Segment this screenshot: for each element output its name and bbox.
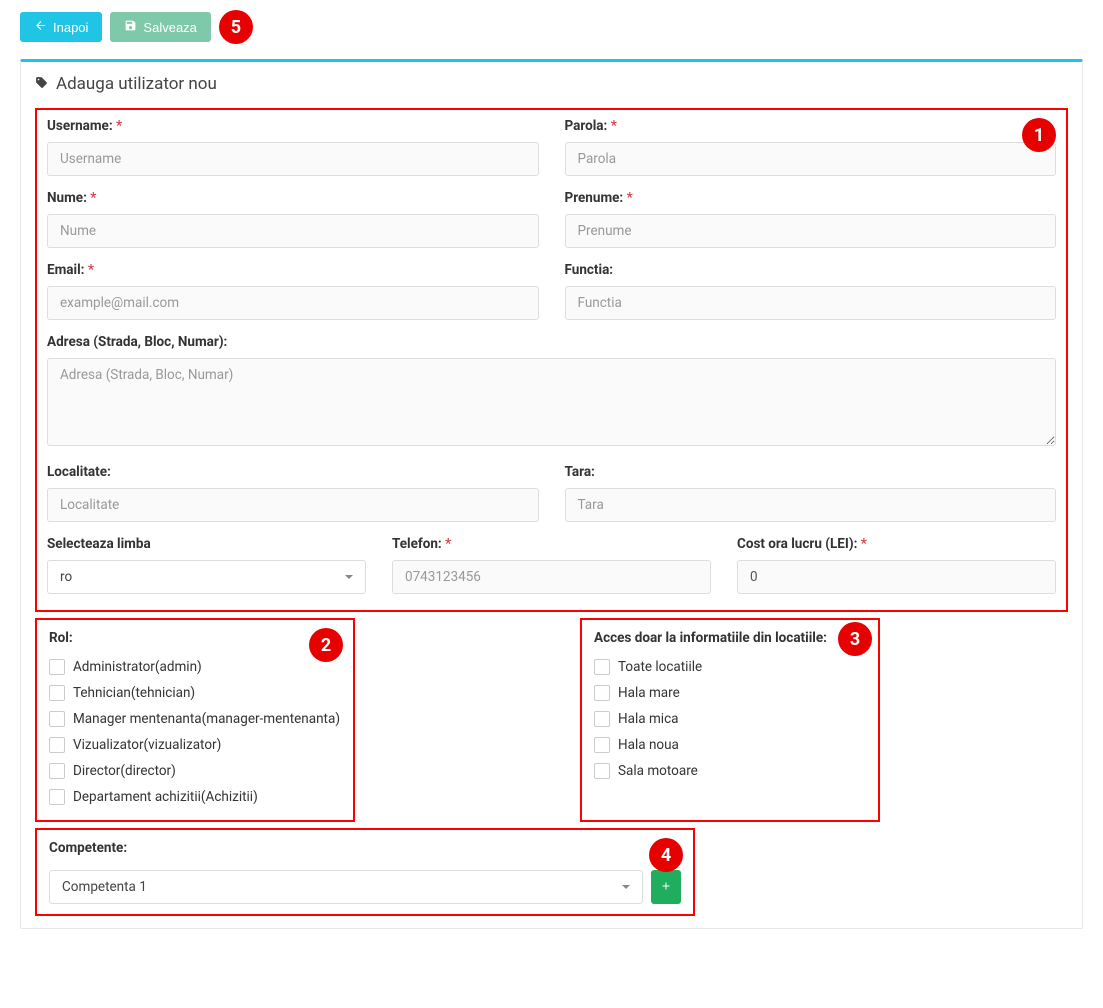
cost-input[interactable] bbox=[737, 560, 1056, 594]
tag-icon bbox=[35, 74, 48, 94]
panel-title: Adauga utilizator nou bbox=[35, 74, 1068, 94]
nume-label: Nume: * bbox=[47, 190, 539, 206]
parola-label: Parola: * bbox=[565, 118, 1057, 134]
limba-label: Selecteaza limba bbox=[47, 536, 366, 552]
competente-label: Competente: bbox=[49, 840, 681, 856]
limba-select[interactable]: ro bbox=[47, 560, 366, 594]
panel: Adauga utilizator nou 1 Username: * Paro… bbox=[20, 59, 1083, 929]
acces-item-sala-motoare: Sala motoare bbox=[594, 758, 866, 784]
acces-item-hala-mare: Hala mare bbox=[594, 680, 866, 706]
telefon-label: Telefon: * bbox=[392, 536, 711, 552]
competente-select[interactable]: Competenta 1 bbox=[49, 870, 643, 904]
checkbox[interactable] bbox=[49, 685, 65, 701]
rol-item-vizualizator: Vizualizator(vizualizator) bbox=[49, 732, 341, 758]
save-icon bbox=[124, 19, 137, 35]
rol-item-tehnician: Tehnician(tehnician) bbox=[49, 680, 341, 706]
panel-title-text: Adauga utilizator nou bbox=[56, 74, 217, 94]
add-competenta-button[interactable] bbox=[651, 870, 681, 904]
checkbox[interactable] bbox=[49, 659, 65, 675]
localitate-input[interactable] bbox=[47, 488, 539, 522]
save-button[interactable]: Salveaza bbox=[110, 12, 210, 42]
rol-item-manager: Manager mentenanta(manager-mentenanta) bbox=[49, 706, 341, 732]
checkbox[interactable] bbox=[594, 711, 610, 727]
back-button-label: Inapoi bbox=[53, 20, 88, 35]
rol-label: Rol: bbox=[49, 630, 341, 646]
acces-item-hala-noua: Hala noua bbox=[594, 732, 866, 758]
rol-item-director: Director(director) bbox=[49, 758, 341, 784]
adresa-textarea[interactable] bbox=[47, 358, 1056, 446]
limba-value: ro bbox=[60, 569, 72, 585]
plus-icon bbox=[660, 880, 672, 895]
save-button-label: Salveaza bbox=[143, 20, 196, 35]
rol-item-admin: Administrator(admin) bbox=[49, 654, 341, 680]
section-user-data: 1 Username: * Parola: * Nume: * Prenume:… bbox=[35, 108, 1068, 612]
checkbox[interactable] bbox=[49, 789, 65, 805]
tara-input[interactable] bbox=[565, 488, 1057, 522]
username-label: Username: * bbox=[47, 118, 539, 134]
tara-label: Tara: bbox=[565, 464, 1057, 480]
back-button[interactable]: Inapoi bbox=[20, 12, 102, 42]
email-label: Email: * bbox=[47, 262, 539, 278]
annotation-badge-3: 3 bbox=[838, 622, 872, 656]
checkbox[interactable] bbox=[49, 711, 65, 727]
chevron-down-icon bbox=[622, 885, 630, 889]
nume-input[interactable] bbox=[47, 214, 539, 248]
checkbox[interactable] bbox=[594, 685, 610, 701]
telefon-input[interactable] bbox=[392, 560, 711, 594]
prenume-label: Prenume: * bbox=[565, 190, 1057, 206]
functia-input[interactable] bbox=[565, 286, 1057, 320]
parola-input[interactable] bbox=[565, 142, 1057, 176]
toolbar: Inapoi Salveaza 5 bbox=[20, 10, 1083, 44]
checkbox[interactable] bbox=[49, 737, 65, 753]
section-rol: 2 Rol: Administrator(admin) Tehnician(te… bbox=[35, 618, 355, 822]
section-acces: 3 Acces doar la informatiile din locatii… bbox=[580, 618, 880, 822]
rol-item-achizitii: Departament achizitii(Achizitii) bbox=[49, 784, 341, 810]
email-input[interactable] bbox=[47, 286, 539, 320]
checkbox[interactable] bbox=[594, 763, 610, 779]
acces-item-toate: Toate locatiile bbox=[594, 654, 866, 680]
username-input[interactable] bbox=[47, 142, 539, 176]
rol-list: Administrator(admin) Tehnician(tehnician… bbox=[49, 654, 341, 810]
annotation-badge-4: 4 bbox=[649, 838, 683, 872]
acces-label: Acces doar la informatiile din locatiile… bbox=[594, 630, 866, 646]
localitate-label: Localitate: bbox=[47, 464, 539, 480]
arrow-left-icon bbox=[34, 19, 47, 35]
acces-item-hala-mica: Hala mica bbox=[594, 706, 866, 732]
chevron-down-icon bbox=[345, 575, 353, 579]
acces-list: Toate locatiile Hala mare Hala mica Hala… bbox=[594, 654, 866, 784]
checkbox[interactable] bbox=[49, 763, 65, 779]
prenume-input[interactable] bbox=[565, 214, 1057, 248]
functia-label: Functia: bbox=[565, 262, 1057, 278]
annotation-badge-1: 1 bbox=[1022, 118, 1056, 152]
checkbox[interactable] bbox=[594, 659, 610, 675]
section-competente: 4 Competente: Competenta 1 bbox=[35, 828, 695, 916]
competente-value: Competenta 1 bbox=[62, 879, 147, 895]
adresa-label: Adresa (Strada, Bloc, Numar): bbox=[47, 334, 1056, 350]
cost-label: Cost ora lucru (LEI): * bbox=[737, 536, 1056, 552]
annotation-badge-2: 2 bbox=[309, 628, 343, 662]
checkbox[interactable] bbox=[594, 737, 610, 753]
annotation-badge-5: 5 bbox=[219, 10, 253, 44]
